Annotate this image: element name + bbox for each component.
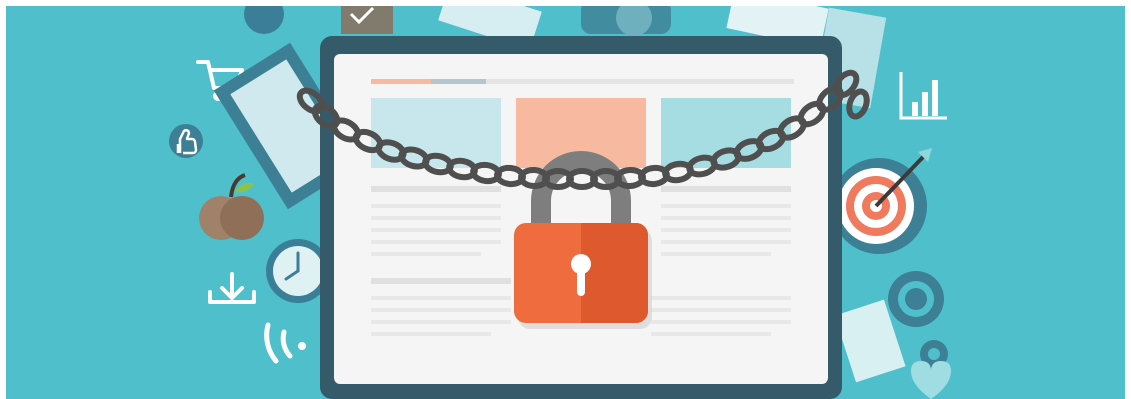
security-illustration [6, 6, 1125, 399]
padlock-icon [514, 223, 652, 329]
thumbs-up-icon [169, 124, 203, 158]
monitor [320, 36, 842, 399]
illustration-frame [6, 6, 1125, 399]
